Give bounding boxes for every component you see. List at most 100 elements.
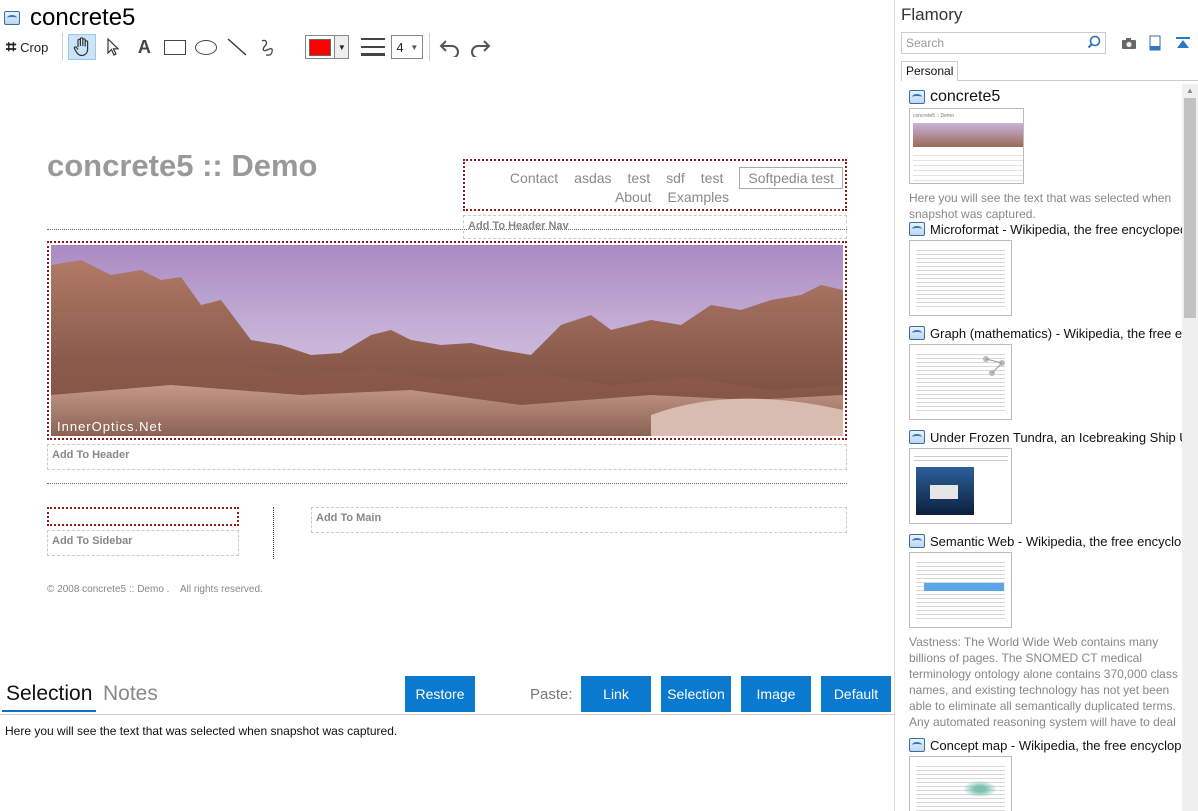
line-icon: [227, 38, 247, 56]
document-icon: [909, 90, 925, 104]
paste-selection-button[interactable]: Selection: [661, 676, 731, 712]
redo-button[interactable]: [465, 34, 495, 60]
tab-notes[interactable]: Notes: [103, 682, 158, 706]
document-icon: [909, 430, 925, 444]
chevron-down-icon: ▼: [334, 36, 349, 58]
list-item-title: Microformat - Wikipedia, the free encycl…: [930, 221, 1182, 237]
scroll-up-icon[interactable]: ▲: [1186, 86, 1194, 95]
crop-icon: ⌗: [6, 36, 17, 57]
list-item[interactable]: Graph (mathematics) - Wikipedia, the fre…: [909, 324, 1182, 420]
tab-selection[interactable]: Selection: [2, 682, 97, 712]
add-to-main[interactable]: Add To Main: [311, 507, 847, 533]
header-nav-row: Contact asdas test sdf test Softpedia te…: [502, 167, 843, 189]
scrollbar[interactable]: ▲: [1182, 84, 1198, 811]
nav-link[interactable]: Examples: [668, 189, 729, 205]
thumbnail-lines: [913, 151, 1023, 181]
nav-link-softpedia[interactable]: Softpedia test: [739, 167, 843, 189]
line-width-value: 4: [396, 39, 404, 55]
flamory-window: concrete5 ⌗ Crop A ▼ 4 ▼ concrete5:: De…: [0, 0, 1198, 811]
search-input[interactable]: Search: [901, 32, 1106, 54]
restore-button[interactable]: Restore: [405, 676, 475, 712]
list-item-header: Under Frozen Tundra, an Icebreaking Ship…: [909, 428, 1182, 446]
nav-link[interactable]: sdf: [666, 170, 685, 186]
crop-button[interactable]: ⌗ Crop: [6, 34, 48, 60]
snapshot-thumbnail[interactable]: [909, 448, 1012, 524]
toolbar-separator: [62, 33, 64, 61]
search-icon[interactable]: [1087, 35, 1101, 49]
bottom-tabs-row: Selection Notes Restore Paste: Link Sele…: [0, 676, 895, 714]
scrollbar-thumb[interactable]: [1184, 98, 1196, 318]
snapshot-thumbnail[interactable]: [909, 240, 1012, 316]
add-to-header[interactable]: Add To Header: [47, 444, 847, 470]
snapshot-thumbnail[interactable]: [909, 552, 1012, 628]
text-tool-button[interactable]: A: [130, 34, 158, 60]
line-width-select[interactable]: 4 ▼: [391, 35, 424, 59]
document-icon: [909, 534, 925, 548]
document-icon[interactable]: [1146, 34, 1164, 52]
snapshot-list: concrete5 concrete5 :: Demo Here you wil…: [896, 84, 1182, 811]
toolbar-separator: [429, 33, 431, 61]
ellipse-icon: [195, 39, 218, 55]
thumbnail-caption: concrete5 :: Demo: [913, 113, 954, 119]
list-item-title: Graph (mathematics) - Wikipedia, the fre…: [930, 325, 1182, 341]
rectangle-tool-button[interactable]: [161, 34, 189, 60]
list-item[interactable]: Under Frozen Tundra, an Icebreaking Ship…: [909, 428, 1182, 524]
paste-default-button[interactable]: Default: [821, 676, 891, 712]
add-to-sidebar[interactable]: Add To Sidebar: [47, 530, 239, 556]
document-icon: [4, 11, 20, 25]
add-to-header-nav[interactable]: Add To Header Nav: [463, 215, 847, 239]
divider: [958, 80, 1198, 81]
thumbnail-highlight: [924, 583, 1004, 591]
list-item-header: Microformat - Wikipedia, the free encycl…: [909, 220, 1182, 238]
nav-link[interactable]: asdas: [574, 170, 611, 186]
camera-icon[interactable]: [1120, 34, 1138, 52]
list-item-title: Semantic Web - Wikipedia, the free encyc…: [930, 533, 1182, 549]
hand-icon: [74, 37, 89, 57]
pointer-tool-button[interactable]: [99, 34, 127, 60]
line-weight-icon[interactable]: [361, 38, 386, 56]
crop-label: Crop: [20, 39, 49, 55]
hand-tool-button[interactable]: [68, 34, 97, 60]
snapshot-thumbnail[interactable]: concrete5 :: Demo: [909, 108, 1024, 184]
concept-map-thumbnail: [960, 779, 1000, 799]
banner-caption: InnerOptics.Net: [57, 419, 163, 434]
freehand-tool-button[interactable]: [254, 34, 282, 60]
list-item[interactable]: Semantic Web - Wikipedia, the free encyc…: [909, 532, 1182, 730]
library-sidebar: Flamory Search Personal concrete5 concre…: [896, 0, 1198, 811]
thumbnail-lines: [916, 247, 1005, 309]
snapshot-canvas[interactable]: concrete5 :: Demo Contact asdas test sdf…: [0, 62, 895, 674]
chevron-down-icon: ▼: [410, 42, 419, 52]
snapshot-thumbnail[interactable]: [909, 756, 1012, 811]
line-tool-button[interactable]: [223, 34, 251, 60]
sidebar-block: [47, 507, 239, 526]
header-nav-block: Contact asdas test sdf test Softpedia te…: [463, 159, 847, 211]
nav-link[interactable]: test: [701, 170, 724, 186]
ship-photo: [916, 467, 974, 515]
list-item[interactable]: concrete5 concrete5 :: Demo Here you wil…: [909, 88, 1182, 222]
list-item-title: Under Frozen Tundra, an Icebreaking Ship…: [930, 429, 1182, 445]
banner-image: InnerOptics.Net: [51, 245, 843, 436]
undo-button[interactable]: [435, 34, 465, 60]
nav-link[interactable]: Contact: [510, 170, 558, 186]
graph-thumbnail-image: [983, 356, 1005, 376]
snapshot-thumbnail[interactable]: [909, 344, 1012, 420]
paste-link-button[interactable]: Link: [581, 676, 651, 712]
search-placeholder: Search: [906, 36, 945, 50]
document-icon: [909, 222, 925, 236]
list-item[interactable]: Microformat - Wikipedia, the free encycl…: [909, 220, 1182, 316]
collapse-top-icon[interactable]: [1174, 34, 1192, 52]
paste-image-button[interactable]: Image: [741, 676, 811, 712]
document-title-row: concrete5: [4, 4, 135, 32]
nav-link[interactable]: About: [615, 189, 652, 205]
document-icon: [909, 738, 925, 752]
selection-text[interactable]: Here you will see the text that was sele…: [5, 724, 397, 738]
site-title: concrete5 :: Demo: [47, 148, 318, 183]
list-item[interactable]: Concept map - Wikipedia, the free encycl…: [909, 736, 1182, 811]
ellipse-tool-button[interactable]: [192, 34, 220, 60]
nav-link[interactable]: test: [628, 170, 651, 186]
list-item-header: concrete5: [909, 88, 1182, 106]
tab-personal[interactable]: Personal: [901, 61, 959, 81]
column-divider: [273, 507, 274, 559]
thumbnail-banner: [913, 123, 1023, 147]
color-picker[interactable]: ▼: [305, 35, 350, 59]
